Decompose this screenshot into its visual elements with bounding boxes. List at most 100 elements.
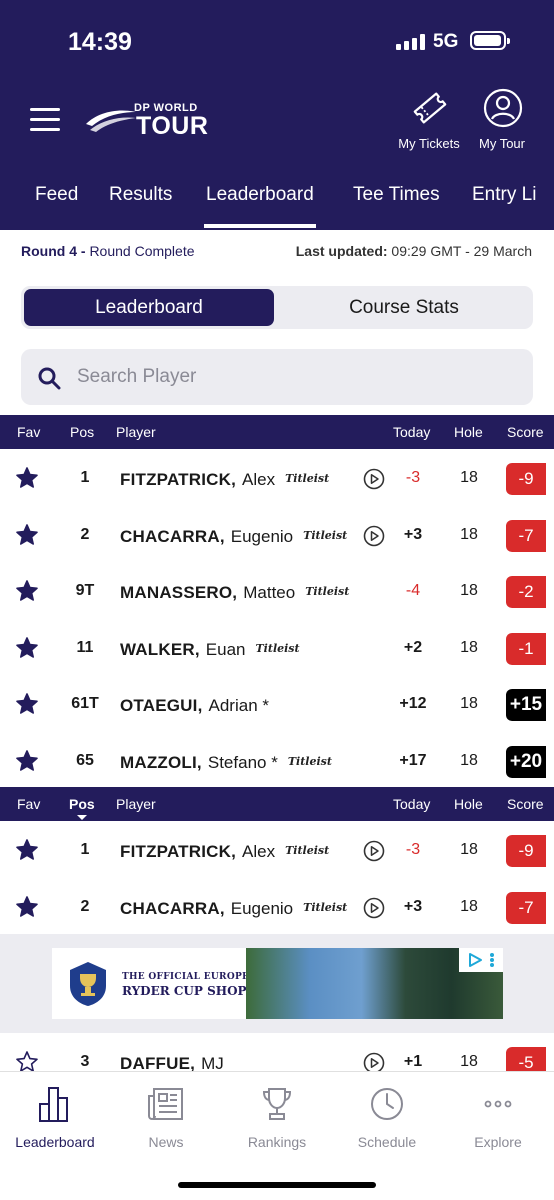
- sort-arrow-icon: [77, 815, 87, 820]
- table-row[interactable]: 1 FITZPATRICK, Alex Titleist -3 18 -9: [0, 822, 554, 878]
- sponsor-brand-logo: Titleist: [303, 528, 348, 542]
- table-row[interactable]: 61T OTAEGUI, Adrian * +12 18 +15: [0, 676, 554, 732]
- play-video-icon[interactable]: [363, 897, 385, 924]
- player-name[interactable]: MANASSERO, Matteo Titleist: [120, 583, 349, 603]
- col-fav: Fav: [17, 424, 41, 440]
- clock-icon: [371, 1088, 403, 1120]
- search-input[interactable]: [77, 359, 517, 395]
- leaderboard-toggle-button[interactable]: Leaderboard: [24, 289, 274, 326]
- hole-number: 18: [460, 525, 478, 543]
- today-score: +1: [403, 1053, 423, 1070]
- total-score: -1: [506, 632, 546, 665]
- news-icon: [148, 1088, 183, 1120]
- ad-choices[interactable]: [459, 948, 503, 972]
- table-row[interactable]: 1 FITZPATRICK, Alex Titleist -3 18 -9: [0, 450, 554, 506]
- hole-number: 18: [460, 582, 478, 599]
- player-name[interactable]: OTAEGUI, Adrian *: [120, 696, 269, 716]
- sponsor-brand-logo: Titleist: [303, 900, 348, 914]
- favourite-star-icon[interactable]: [15, 1050, 39, 1071]
- player-first-name: Alex: [242, 842, 276, 861]
- player-position: 9T: [75, 582, 95, 599]
- table-row[interactable]: 9T MANASSERO, Matteo Titleist -4 18 -2: [0, 563, 554, 619]
- col-hole: Hole: [454, 796, 483, 812]
- today-score: +2: [403, 638, 423, 656]
- network-type: 5G: [433, 31, 459, 52]
- col-player: Player: [116, 424, 156, 440]
- player-position: 11: [76, 638, 94, 656]
- sponsor-brand-logo: Titleist: [305, 585, 350, 598]
- player-name[interactable]: DAFFUE, MJ: [120, 1054, 224, 1071]
- player-first-name: Stefano *: [207, 752, 278, 772]
- player-first-name: MJ: [201, 1054, 224, 1071]
- tab-leaderboard[interactable]: Leaderboard: [204, 184, 316, 228]
- favourite-star-icon[interactable]: [15, 579, 39, 608]
- favourite-star-icon[interactable]: [15, 636, 39, 665]
- menu-icon[interactable]: [30, 108, 60, 132]
- nav-news[interactable]: News: [111, 1084, 221, 1150]
- col-today: Today: [393, 796, 431, 812]
- player-last-name: MANASSERO,: [120, 583, 238, 602]
- col-pos[interactable]: Pos: [69, 796, 95, 812]
- tab-tee-times[interactable]: Tee Times: [353, 184, 440, 206]
- player-last-name: OTAEGUI,: [120, 696, 203, 715]
- play-video-icon[interactable]: [363, 840, 385, 867]
- table-row[interactable]: 2 CHACARRA, Eugenio Titleist +3 18 -7: [0, 878, 554, 935]
- tab-feed[interactable]: Feed: [35, 184, 78, 206]
- table-header: Fav Pos Player Today Hole Score: [0, 415, 554, 449]
- sponsor-brand-logo: Titleist: [255, 641, 300, 655]
- table-header: Fav Pos Player Today Hole Score: [0, 787, 554, 821]
- nav-rankings[interactable]: Rankings: [222, 1084, 332, 1150]
- favourite-star-icon[interactable]: [15, 523, 39, 552]
- player-name[interactable]: FITZPATRICK, Alex Titleist: [120, 842, 329, 862]
- player-name[interactable]: CHACARRA, Eugenio Titleist: [120, 527, 347, 547]
- col-hole: Hole: [454, 424, 483, 440]
- col-player: Player: [116, 796, 156, 812]
- search-icon: [38, 367, 61, 390]
- user-icon: [483, 88, 523, 128]
- nav-schedule[interactable]: Schedule: [332, 1084, 442, 1150]
- player-name[interactable]: WALKER, Euan Titleist: [120, 640, 300, 660]
- course-stats-toggle-button[interactable]: Course Stats: [279, 289, 529, 326]
- table-row[interactable]: 3 DAFFUE, MJ +1 18 -5: [0, 1034, 554, 1071]
- play-video-icon[interactable]: [363, 468, 385, 495]
- dp-world-tour-logo[interactable]: DP WORLD TOUR: [84, 100, 214, 140]
- nav-explore[interactable]: Explore: [443, 1084, 553, 1150]
- player-name[interactable]: MAZZOLI, Stefano * Titleist: [120, 753, 332, 773]
- player-position: 2: [80, 525, 90, 543]
- table-row[interactable]: 2 CHACARRA, Eugenio Titleist +3 18 -7: [0, 506, 554, 563]
- logo-bottom-text: TOUR: [136, 112, 209, 140]
- ticket-icon: [413, 92, 447, 124]
- col-pos[interactable]: Pos: [70, 424, 94, 440]
- favourite-star-icon[interactable]: [15, 838, 39, 867]
- last-updated: Last updated: 09:29 GMT - 29 March: [296, 243, 532, 259]
- my-tickets-button[interactable]: My Tickets: [394, 88, 464, 152]
- player-first-name: Euan: [205, 639, 246, 659]
- favourite-star-icon[interactable]: [15, 466, 39, 495]
- ad-line-2: RYDER CUP SHOP: [122, 984, 247, 998]
- player-name[interactable]: FITZPATRICK, Alex Titleist: [120, 470, 329, 490]
- table-row[interactable]: 65 MAZZOLI, Stefano * Titleist +17 18 +20: [0, 732, 554, 789]
- col-score: Score: [507, 796, 544, 812]
- nav-explore-label: Explore: [474, 1134, 522, 1150]
- tab-results[interactable]: Results: [109, 184, 172, 206]
- sponsor-brand-logo: Titleist: [285, 844, 330, 857]
- my-tour-button[interactable]: My Tour: [467, 88, 537, 152]
- ryder-cup-logo-icon: [70, 962, 106, 1006]
- favourite-star-icon[interactable]: [15, 749, 39, 778]
- table-row[interactable]: 11 WALKER, Euan Titleist +2 18 -1: [0, 619, 554, 676]
- player-name[interactable]: CHACARRA, Eugenio Titleist: [120, 899, 347, 919]
- nav-leaderboard[interactable]: Leaderboard: [0, 1084, 110, 1150]
- signal-icon: [396, 34, 426, 50]
- battery-icon: [470, 31, 510, 50]
- ryder-cup-ad-banner[interactable]: THE OFFICIAL EUROPEAN RYDER CUP SHOP: [52, 948, 503, 1019]
- favourite-star-icon[interactable]: [15, 692, 39, 721]
- play-video-icon[interactable]: [363, 525, 385, 552]
- favourite-star-icon[interactable]: [15, 895, 39, 924]
- play-video-icon[interactable]: [363, 1052, 385, 1071]
- more-horizontal-icon: [484, 1100, 512, 1108]
- ad-container: THE OFFICIAL EUROPEAN RYDER CUP SHOP: [0, 934, 554, 1033]
- status-bar: 14:39 5G: [0, 0, 554, 84]
- nav-schedule-label: Schedule: [357, 1134, 417, 1150]
- total-score: -7: [506, 891, 546, 924]
- tab-entry-list[interactable]: Entry Li: [472, 184, 536, 206]
